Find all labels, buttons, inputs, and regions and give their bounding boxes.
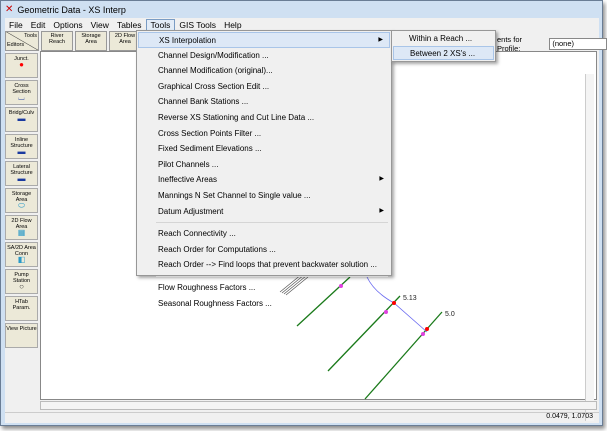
menu-item-pilot-channels[interactable]: Pilot Channels ... (138, 157, 390, 173)
menu-item-label: Seasonal Roughness Factors ... (158, 298, 272, 308)
menu-item-label: Graphical Cross Section Edit ... (158, 81, 270, 91)
bank-point (392, 301, 396, 305)
submenu-arrow-icon: ▶ (379, 207, 384, 214)
submenu-arrow-icon: ▶ (378, 37, 383, 43)
palette-pump-station[interactable]: Pump Station ○ (5, 269, 38, 294)
menu-item-flow-roughness-factors[interactable]: Flow Roughness Factors ... (138, 280, 390, 296)
menu-item-mannings-n-set-channel-to-single-value[interactable]: Mannings N Set Channel to Single value .… (138, 188, 390, 204)
bank-point (421, 332, 425, 336)
palette-storage-area[interactable]: Storage Area ⬭ (5, 188, 38, 213)
xs-label: 5.13 (403, 295, 417, 302)
menu-view[interactable]: View (87, 20, 113, 30)
palette-icon: ● (19, 60, 24, 69)
menu-separator (156, 275, 388, 277)
palette-icon: ▬ (17, 147, 26, 156)
menu-tools[interactable]: Tools (145, 18, 176, 31)
menu-item-label: Reach Order --> Find loops that prevent … (158, 260, 377, 270)
palette-icon: ⌴ (18, 93, 25, 102)
menu-item-label: Reach Order for Computations ... (158, 244, 276, 254)
palette-icon: ▬ (17, 174, 26, 183)
menu-tables[interactable]: Tables (113, 20, 146, 30)
editors-tools-header: Tools Editors (5, 31, 39, 51)
tools-label: Tools (24, 33, 37, 39)
vertical-scrollbar[interactable] (585, 74, 594, 421)
palette-icon: ○ (19, 282, 24, 291)
menu-item-reverse-xs-stationing-and-cut-line-data[interactable]: Reverse XS Stationing and Cut Line Data … (138, 110, 390, 126)
menu-item-label: Reach Connectivity ... (158, 229, 236, 239)
tool-river-reach[interactable]: River Reach (41, 31, 73, 51)
window-title: Geometric Data - XS Interp (17, 4, 126, 15)
title-bar: ✕ Geometric Data - XS Interp (5, 3, 126, 16)
palette-icon: ◧ (17, 255, 26, 264)
menu-edit[interactable]: Edit (27, 20, 50, 30)
profile-selector: ents for Profile: (none) (497, 35, 607, 53)
palette-icon: ▬ (17, 114, 26, 123)
menu-item-label: Datum Adjustment (158, 206, 224, 216)
palette-label: HTab Param. (12, 299, 31, 311)
palette-cross-section[interactable]: Cross Section ⌴ (5, 80, 38, 105)
cross-section-line-5.0 (364, 311, 443, 400)
palette-icon: ⬭ (18, 201, 25, 210)
xs-interpolation-submenu: Within a Reach ... Between 2 XS's ... (391, 30, 496, 62)
menu-help[interactable]: Help (220, 20, 245, 30)
palette-icon: ▦ (17, 228, 26, 237)
menu-item-reach-order-for-computations[interactable]: Reach Order for Computations ... (138, 242, 390, 258)
menu-item-label: Fixed Sediment Elevations ... (158, 144, 262, 154)
palette-htab-param[interactable]: HTab Param. (5, 296, 38, 321)
editors-label: Editors (7, 42, 25, 48)
palette-2d-flow-area[interactable]: 2D Flow Area ▦ (5, 215, 38, 240)
menu-item-xs-interpolation[interactable]: XS Interpolation ▶ (138, 32, 390, 48)
menu-item-graphical-cross-section-edit[interactable]: Graphical Cross Section Edit ... (138, 79, 390, 95)
menu-item-within-a-reach[interactable]: Within a Reach ... (393, 32, 494, 46)
profile-label: ents for Profile: (497, 35, 523, 53)
xs-label: 5.0 (445, 311, 455, 318)
menu-item-fixed-sediment-elevations[interactable]: Fixed Sediment Elevations ... (138, 141, 390, 157)
menu-item-label: Flow Roughness Factors ... (158, 282, 256, 292)
menu-item-label: Cross Section Points Filter ... (158, 128, 262, 138)
coordinates-readout: 0.0479, 1.0703 (546, 413, 593, 420)
menu-item-ineffective-areas[interactable]: Ineffective Areas ▶ (138, 172, 390, 188)
editor-palette: Junct. ● Cross Section ⌴ Bridg/Culv ▬ Inline S… (5, 53, 38, 348)
menu-item-cross-section-points-filter[interactable]: Cross Section Points Filter ... (138, 126, 390, 142)
menu-item-label: Pilot Channels ... (158, 159, 219, 169)
status-bar: 0.0479, 1.0703 (5, 412, 599, 423)
menu-item-channel-bank-stations[interactable]: Channel Bank Stations ... (138, 94, 390, 110)
menu-item-datum-adjustment[interactable]: Datum Adjustment ▶ (138, 204, 390, 220)
palette-lateral-structure[interactable]: Lateral Structure ▬ (5, 161, 38, 186)
menu-item-label: Mannings N Set Channel to Single value .… (158, 190, 311, 200)
menu-separator (156, 222, 388, 224)
profile-dropdown[interactable]: (none) (549, 38, 607, 50)
palette-sa-2d-area-conn[interactable]: SA/2D Area Conn ◧ (5, 242, 38, 267)
menu-item-label: XS Interpolation (159, 36, 216, 45)
menu-item-label: Ineffective Areas (158, 175, 217, 185)
menu-options[interactable]: Options (49, 20, 86, 30)
horizontal-scrollbar[interactable] (40, 401, 597, 410)
menu-item-label: Reverse XS Stationing and Cut Line Data … (158, 112, 315, 122)
menu-item-label: Channel Design/Modification ... (158, 50, 269, 60)
app-icon: ✕ (5, 4, 14, 15)
menu-item-seasonal-roughness-factors[interactable]: Seasonal Roughness Factors ... (138, 296, 390, 312)
bank-point (425, 327, 429, 331)
palette-label: View Picture (6, 326, 37, 332)
menu-item-label: Channel Modification (original)... (158, 66, 273, 76)
palette-view-picture[interactable]: View Picture (5, 323, 38, 348)
palette-junct[interactable]: Junct. ● (5, 53, 38, 78)
palette-inline-structure[interactable]: Inline Structure ▬ (5, 134, 38, 159)
submenu-arrow-icon: ▶ (379, 176, 384, 183)
palette-bridg-culv[interactable]: Bridg/Culv ▬ (5, 107, 38, 132)
menu-item-reach-connectivity[interactable]: Reach Connectivity ... (138, 226, 390, 242)
tools-menu: XS Interpolation ▶ Channel Design/Modifica… (136, 30, 392, 308)
menu-item-label: Channel Bank Stations ... (158, 97, 249, 107)
tool-storage-area[interactable]: Storage Area (75, 31, 107, 51)
menu-file[interactable]: File (5, 20, 27, 30)
menu-item-reach-order-find-loops-that-prevent-backwater-solution[interactable]: Reach Order --> Find loops that prevent … (138, 257, 390, 273)
menu-item-channel-design-modification[interactable]: Channel Design/Modification ... (138, 48, 390, 64)
menu-item-channel-modification-original[interactable]: Channel Modification (original)... (138, 63, 390, 79)
menu-gis-tools[interactable]: GIS Tools (175, 20, 220, 30)
menu-item-between-2-xs[interactable]: Between 2 XS's ... (393, 46, 494, 60)
